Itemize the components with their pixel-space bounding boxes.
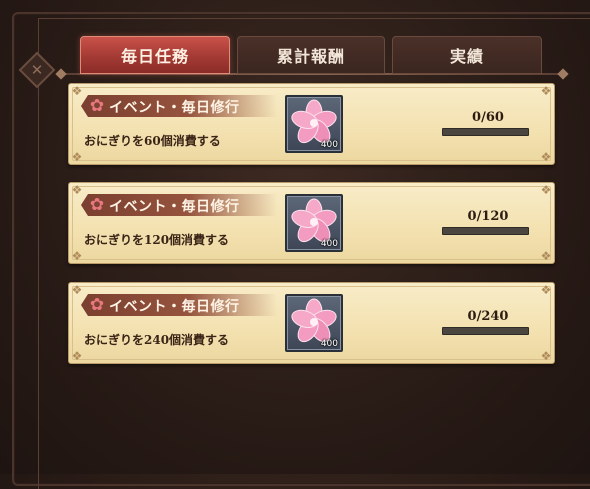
mission-category: イベント・毎日修行 (109, 299, 240, 315)
reward-quantity: 400 (320, 239, 338, 249)
reward-quantity: 400 (320, 140, 338, 150)
corner-ornament: ❖ (540, 183, 552, 197)
progress-text: 0/60 (472, 110, 504, 125)
reward-item[interactable]: 400 (285, 194, 343, 252)
mission-card: ❖ ❖ ❖ ❖ ✿ イベント・毎日修行 おにぎりを240個消費する 400 0/… (68, 282, 555, 364)
progress-bar (442, 227, 529, 235)
reward-quantity: 400 (320, 339, 338, 349)
progress-bar (442, 327, 529, 335)
corner-ornament: ❖ (71, 183, 83, 197)
sakura-emblem-icon: ✿ (89, 96, 105, 116)
corner-ornament: ❖ (540, 249, 552, 263)
corner-ornament: ❖ (71, 349, 83, 363)
corner-ornament: ❖ (71, 150, 83, 164)
mission-category: イベント・毎日修行 (109, 199, 240, 215)
sakura-emblem-icon: ✿ (89, 295, 105, 315)
mission-description: おにぎりを120個消費する (84, 233, 230, 247)
corner-ornament: ❖ (540, 150, 552, 164)
corner-ornament: ❖ (71, 249, 83, 263)
tab-daily-missions[interactable]: 毎日任務 (80, 36, 230, 74)
corner-ornament: ❖ (71, 283, 83, 297)
crossed-swords-icon: ✕ (30, 61, 44, 79)
reward-item[interactable]: 400 (285, 95, 343, 153)
progress-text: 0/120 (467, 209, 509, 224)
corner-ornament: ❖ (540, 84, 552, 98)
mission-category: イベント・毎日修行 (109, 100, 240, 116)
mission-description: おにぎりを240個消費する (84, 333, 230, 347)
mission-description: おにぎりを60個消費する (84, 134, 221, 148)
progress-bar (442, 128, 529, 136)
progress-text: 0/240 (467, 309, 509, 324)
corner-ornament: ❖ (71, 84, 83, 98)
mission-card: ❖ ❖ ❖ ❖ ✿ イベント・毎日修行 おにぎりを60個消費する 400 0/6… (68, 83, 555, 165)
corner-ornament: ❖ (540, 349, 552, 363)
reward-item[interactable]: 400 (285, 294, 343, 352)
tab-cumulative-rewards[interactable]: 累計報酬 (237, 36, 385, 74)
corner-ornament: ❖ (540, 283, 552, 297)
tab-achievements[interactable]: 実績 (392, 36, 542, 74)
sakura-emblem-icon: ✿ (89, 195, 105, 215)
mission-card: ❖ ❖ ❖ ❖ ✿ イベント・毎日修行 おにぎりを120個消費する 400 0/… (68, 182, 555, 264)
